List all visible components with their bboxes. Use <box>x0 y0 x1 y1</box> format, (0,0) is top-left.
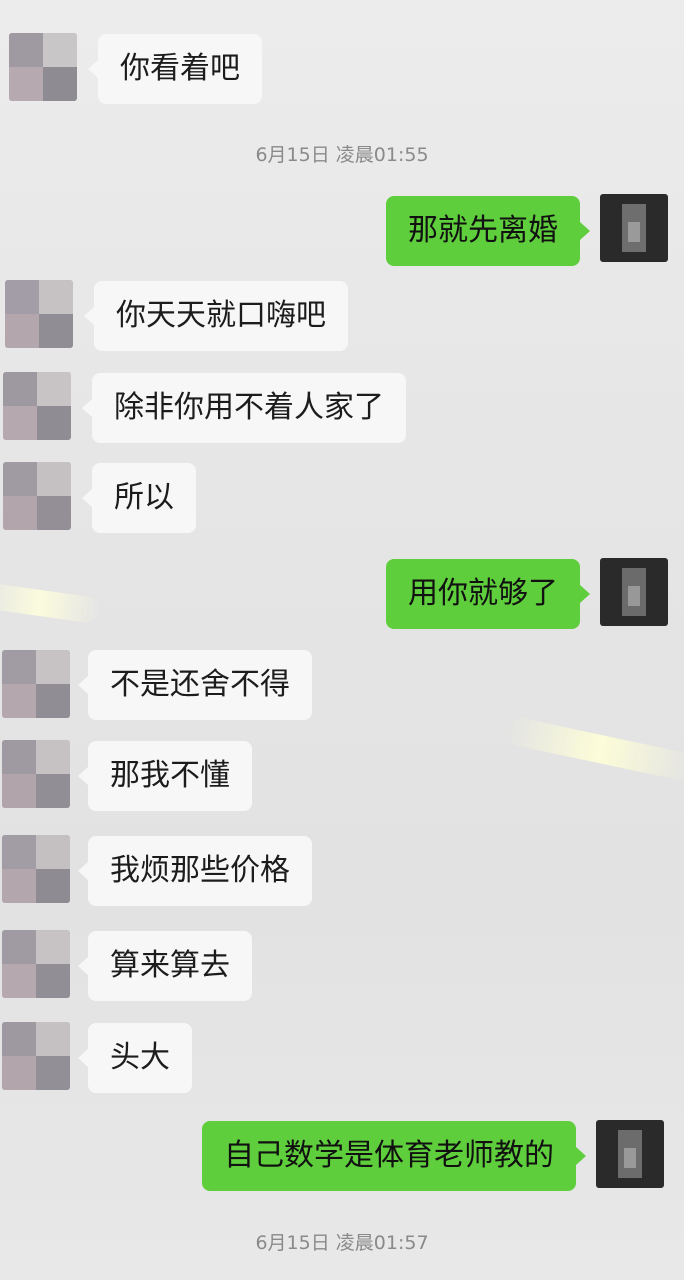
self-avatar-icon[interactable] <box>596 1120 664 1188</box>
contact-avatar-icon[interactable] <box>3 372 71 440</box>
message-row-incoming: 那我不懂 <box>0 740 684 812</box>
message-row-incoming: 算来算去 <box>0 930 684 1002</box>
contact-avatar-icon[interactable] <box>2 740 70 808</box>
self-avatar-icon[interactable] <box>600 194 668 262</box>
message-row-outgoing: 用你就够了 <box>0 558 684 630</box>
message-row-incoming: 我烦那些价格 <box>0 835 684 907</box>
message-bubble-outgoing[interactable]: 那就先离婚 <box>386 196 590 266</box>
message-row-incoming: 除非你用不着人家了 <box>0 372 684 444</box>
contact-avatar-icon[interactable] <box>5 280 73 348</box>
self-avatar-icon[interactable] <box>600 558 668 626</box>
message-bubble-outgoing[interactable]: 自己数学是体育老师教的 <box>202 1121 586 1191</box>
contact-avatar-icon[interactable] <box>9 33 77 101</box>
message-row-incoming: 你天天就口嗨吧 <box>0 280 684 352</box>
contact-avatar-icon[interactable] <box>2 835 70 903</box>
contact-avatar-icon[interactable] <box>3 462 71 530</box>
message-bubble-outgoing[interactable]: 用你就够了 <box>386 559 590 629</box>
message-row-incoming: 不是还舍不得 <box>0 650 684 722</box>
message-bubble-incoming[interactable]: 所以 <box>82 463 196 533</box>
message-bubble-incoming[interactable]: 头大 <box>78 1023 192 1093</box>
message-row-incoming: 你看着吧 <box>0 33 684 105</box>
message-bubble-incoming[interactable]: 不是还舍不得 <box>78 650 312 720</box>
message-bubble-incoming[interactable]: 算来算去 <box>78 931 252 1001</box>
message-bubble-incoming[interactable]: 那我不懂 <box>78 741 252 811</box>
message-row-incoming: 头大 <box>0 1022 684 1094</box>
contact-avatar-icon[interactable] <box>2 650 70 718</box>
chat-timestamp: 6月15日 凌晨01:57 <box>255 1232 429 1254</box>
message-bubble-incoming[interactable]: 你天天就口嗨吧 <box>84 281 348 351</box>
chat-timestamp: 6月15日 凌晨01:55 <box>255 144 429 166</box>
message-bubble-incoming[interactable]: 我烦那些价格 <box>78 836 312 906</box>
message-row-outgoing: 那就先离婚 <box>0 194 684 266</box>
contact-avatar-icon[interactable] <box>2 930 70 998</box>
message-bubble-incoming[interactable]: 除非你用不着人家了 <box>82 373 406 443</box>
message-row-outgoing: 自己数学是体育老师教的 <box>0 1120 684 1192</box>
message-row-incoming: 所以 <box>0 462 684 534</box>
message-bubble-incoming[interactable]: 你看着吧 <box>88 34 262 104</box>
contact-avatar-icon[interactable] <box>2 1022 70 1090</box>
